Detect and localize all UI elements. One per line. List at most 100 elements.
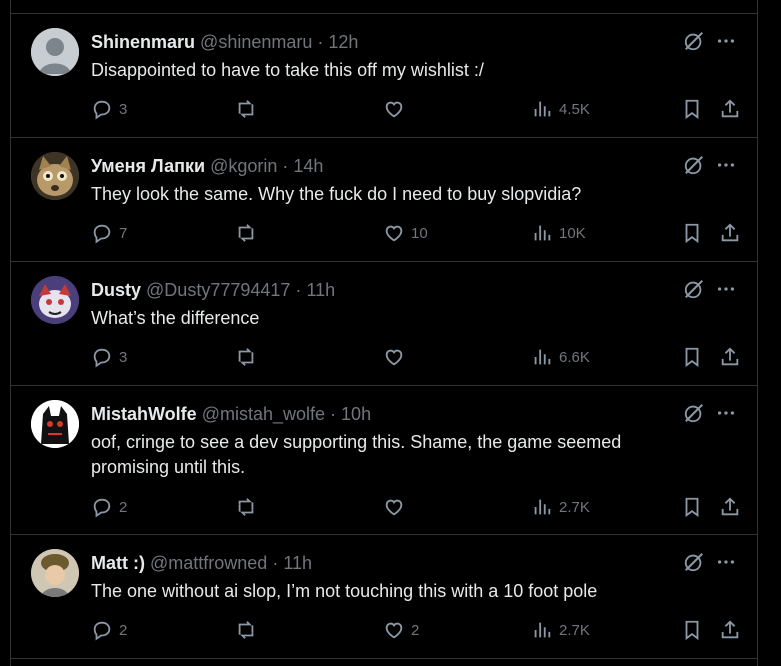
author-handle[interactable]: @shinenmaru [200,32,312,52]
views-icon [534,101,551,117]
view-count: 10K [559,224,586,242]
grok-icon[interactable] [683,278,705,300]
bookmark-button[interactable] [681,496,703,518]
bookmark-button[interactable] [681,98,703,120]
views-icon [534,349,551,365]
repost-icon [238,100,254,118]
avatar[interactable] [31,152,79,200]
more-icon[interactable] [715,402,737,424]
more-icon[interactable] [715,278,737,300]
author-handle[interactable]: @kgorin [210,156,277,176]
avatar[interactable] [31,28,79,76]
post-header: MistahWolfe @mistah_wolfe · 10h [91,403,371,425]
grok-icon[interactable] [683,154,705,176]
like-button[interactable]: 10 [383,222,428,244]
photo-avatar-icon [31,549,79,597]
post-text: The one without ai slop, I’m not touchin… [91,581,598,601]
post-time[interactable]: 11h [306,280,335,300]
avatar[interactable] [31,276,79,324]
reply-button[interactable]: 7 [91,222,127,244]
reply-button[interactable]: 3 [91,98,127,120]
repost-button[interactable] [235,619,263,641]
view-count: 2.7K [559,498,590,516]
reply-post[interactable]: Уменя Лапки @kgorin · 14h They look the … [11,138,757,262]
separator: · [295,280,302,300]
grok-icon[interactable] [683,551,705,573]
avatar[interactable] [31,549,79,597]
bookmark-button[interactable] [681,346,703,368]
repost-button[interactable] [235,346,263,368]
share-button[interactable] [719,496,741,518]
wolf-avatar-icon [31,400,79,448]
repost-icon [238,224,254,242]
post-header: Shinenmaru @shinenmaru · 12h [91,31,358,53]
separator: · [282,156,289,176]
like-icon [385,349,403,366]
post-actions: 3 4.5K [91,98,741,120]
reply-post[interactable]: Matt :) @mattfrowned · 11h The one witho… [11,535,757,659]
reply-button[interactable]: 3 [91,346,127,368]
author-handle[interactable]: @mattfrowned [150,553,267,573]
views-button[interactable]: 6.6K [531,346,590,368]
reply-icon [93,498,111,518]
timeline-border-right [757,0,758,666]
post-time[interactable]: 10h [341,404,371,424]
author-name[interactable]: Dusty [91,280,141,300]
views-button[interactable]: 2.7K [531,496,590,518]
views-icon [534,499,551,515]
post-actions: 2 2.7K [91,496,741,518]
bookmark-button[interactable] [681,619,703,641]
post-header: Matt :) @mattfrowned · 11h [91,552,312,574]
post-header: Уменя Лапки @kgorin · 14h [91,155,323,177]
cat-avatar-icon [31,152,79,200]
reply-post[interactable]: MistahWolfe @mistah_wolfe · 10h oof, cri… [11,386,757,535]
like-button[interactable] [383,496,411,518]
reply-icon [93,621,111,641]
more-icon[interactable] [715,30,737,52]
post-time[interactable]: 11h [283,553,312,573]
repost-button[interactable] [235,222,263,244]
like-button[interactable] [383,346,411,368]
author-name[interactable]: MistahWolfe [91,404,197,424]
reply-icon [93,224,111,244]
author-handle[interactable]: @mistah_wolfe [202,404,325,424]
grok-icon[interactable] [683,30,705,52]
views-button[interactable]: 10K [531,222,586,244]
repost-icon [238,621,254,639]
share-button[interactable] [719,222,741,244]
more-icon[interactable] [715,154,737,176]
like-count: 2 [411,621,420,639]
like-button[interactable] [383,98,411,120]
reply-count: 3 [119,348,128,366]
reply-count: 3 [119,100,128,118]
repost-button[interactable] [235,98,263,120]
reply-post[interactable]: Dusty @Dusty77794417 · 11h What’s the di… [11,262,757,386]
reply-button[interactable]: 2 [91,496,127,518]
share-button[interactable] [719,619,741,641]
share-button[interactable] [719,98,741,120]
avatar[interactable] [31,400,79,448]
separator: · [330,404,337,424]
like-count: 10 [411,224,428,242]
like-button[interactable]: 2 [383,619,419,641]
reply-button[interactable]: 2 [91,619,127,641]
views-button[interactable]: 2.7K [531,619,590,641]
post-time[interactable]: 14h [293,156,323,176]
author-name[interactable]: Уменя Лапки [91,156,205,176]
repost-icon [238,498,254,516]
views-button[interactable]: 4.5K [531,98,590,120]
author-handle[interactable]: @Dusty77794417 [146,280,290,300]
post-time[interactable]: 12h [328,32,358,52]
bookmark-icon [685,223,699,244]
reply-post[interactable]: Shinenmaru @shinenmaru · 12h Disappointe… [11,14,757,138]
share-icon [721,223,739,242]
author-name[interactable]: Matt :) [91,553,145,573]
share-button[interactable] [719,346,741,368]
view-count: 6.6K [559,348,590,366]
more-icon[interactable] [715,551,737,573]
bookmark-button[interactable] [681,222,703,244]
grok-icon[interactable] [683,402,705,424]
share-icon [721,620,739,639]
repost-button[interactable] [235,496,263,518]
author-name[interactable]: Shinenmaru [91,32,195,52]
